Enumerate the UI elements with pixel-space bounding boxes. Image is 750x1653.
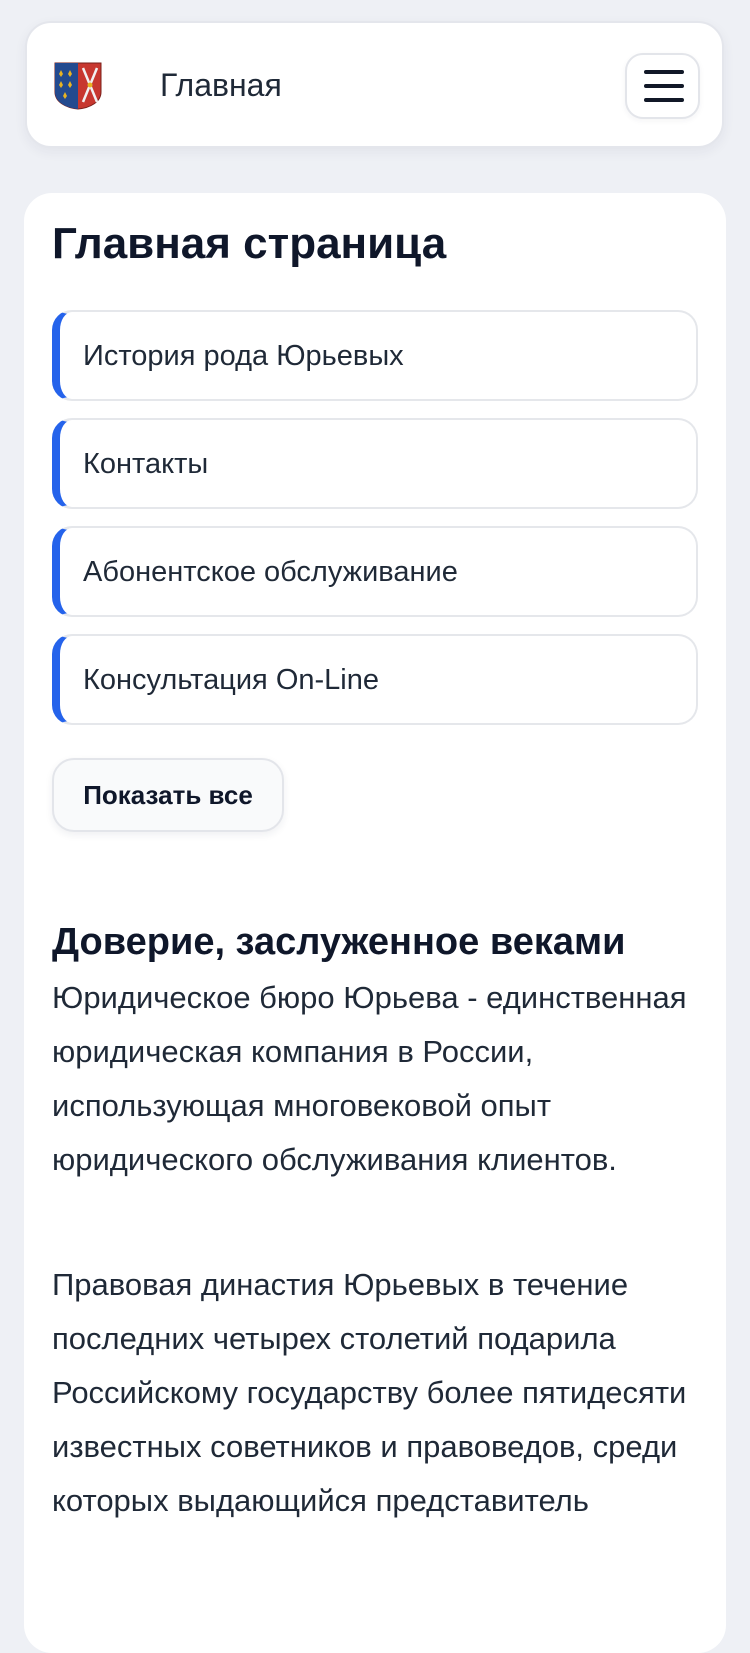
- nav-item-label: История рода Юрьевых: [83, 340, 404, 372]
- site-header: Главная: [25, 21, 724, 148]
- intro-paragraph: Юридическое бюро Юрьева - единственная ю…: [52, 980, 687, 1177]
- nav-item-label: Контакты: [83, 448, 209, 480]
- coat-of-arms-icon[interactable]: [54, 62, 102, 110]
- nav-item-subscription[interactable]: Абонентское обслуживание: [52, 526, 698, 617]
- header-title[interactable]: Главная: [160, 63, 282, 107]
- history-paragraph: Правовая династия Юрьевых в течение посл…: [52, 1267, 687, 1518]
- nav-item-contacts[interactable]: Контакты: [52, 418, 698, 509]
- page-title: Главная страница: [52, 219, 447, 268]
- nav-item-history[interactable]: История рода Юрьевых: [52, 310, 698, 401]
- nav-item-label: Консультация On-Line: [83, 664, 379, 696]
- nav-item-label: Абонентское обслуживание: [83, 556, 458, 588]
- section-title: Доверие, заслуженное веками: [52, 921, 626, 963]
- menu-button[interactable]: [625, 53, 700, 119]
- show-all-button[interactable]: Показать все: [52, 758, 284, 832]
- hamburger-menu-icon: [644, 70, 684, 103]
- nav-item-online-consultation[interactable]: Консультация On-Line: [52, 634, 698, 725]
- main-content-card: Главная страница История рода Юрьевых Ко…: [24, 193, 726, 1653]
